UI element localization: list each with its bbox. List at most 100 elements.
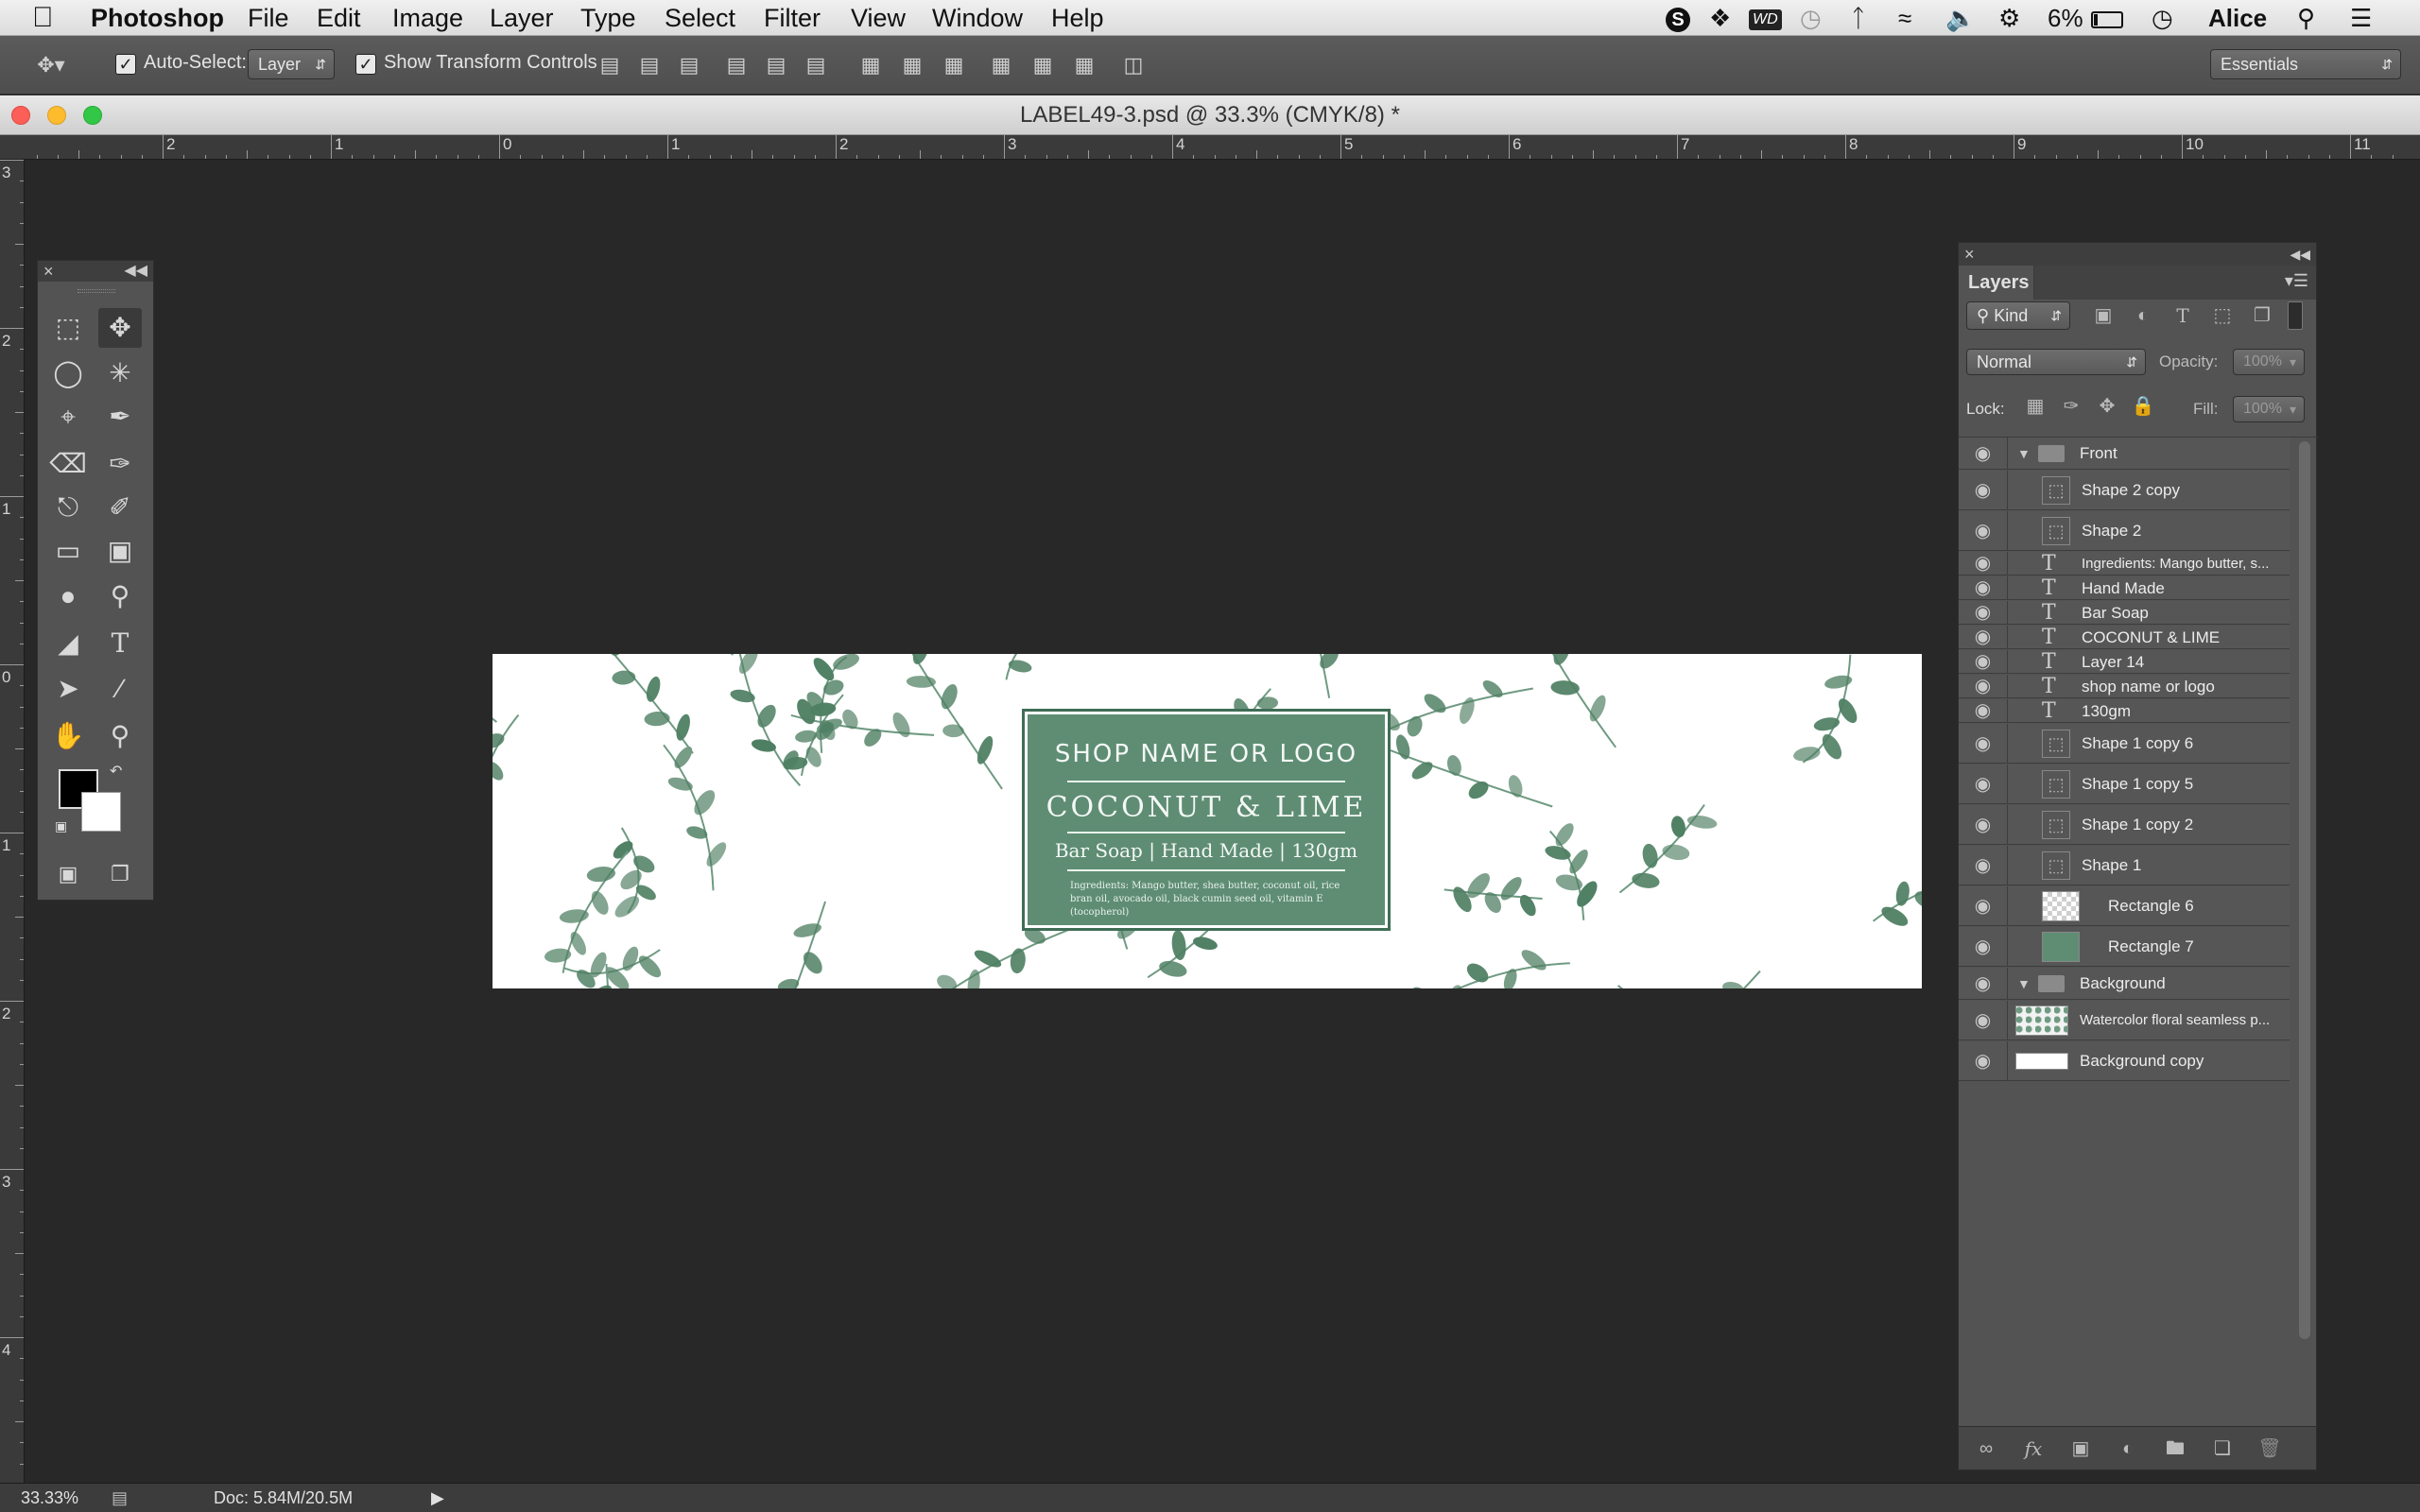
shop-name-text[interactable]: SHOP NAME OR LOGO — [1025, 740, 1388, 768]
brush-tool-icon[interactable]: ✑ — [98, 444, 142, 484]
align-right-icon[interactable]: ▤ — [804, 53, 828, 77]
path-selection-tool-icon[interactable]: ➤ — [46, 669, 90, 709]
filter-adjustment-icon[interactable]: ◐ — [2129, 301, 2157, 330]
skype-icon[interactable]: S — [1666, 0, 1690, 36]
battery-icon[interactable] — [2091, 0, 2123, 36]
filter-smart-object-icon[interactable]: ❐ — [2248, 301, 2276, 330]
layer-row[interactable]: ◉ Tshop name or logo — [1959, 675, 2290, 698]
auto-select-checkbox[interactable]: ✓ — [115, 54, 136, 75]
marquee-tool-icon[interactable]: ⬚ — [46, 308, 90, 348]
layer-group-row[interactable]: ◉ ▼ Front — [1959, 438, 2290, 470]
expand-triangle-icon[interactable]: ▼ — [2017, 968, 2031, 1000]
new-group-folder-icon[interactable]: 🖿 — [2161, 1435, 2189, 1463]
new-layer-icon[interactable]: ❏ — [2208, 1435, 2237, 1463]
move-tool-preset-icon[interactable]: ✥▾ — [32, 53, 70, 77]
visibility-eye-icon[interactable]: ◉ — [1959, 576, 2008, 599]
close-icon[interactable]: × — [43, 261, 54, 282]
align-vcenter-icon[interactable]: ▤ — [637, 53, 662, 77]
fill-field[interactable]: 100% ▾ — [2233, 396, 2305, 422]
visibility-eye-icon[interactable]: ◉ — [1959, 552, 2008, 575]
swap-colors-icon[interactable]: ↶ — [110, 762, 122, 781]
layer-filter-dropdown[interactable]: ⚲ Kind ⇵ — [1966, 301, 2070, 330]
visibility-eye-icon[interactable]: ◉ — [1959, 471, 2008, 509]
drag-grip[interactable] — [78, 289, 115, 293]
collapse-icon[interactable]: ◀◀ — [124, 261, 147, 282]
horizontal-ruler[interactable]: 2 1 0 1 2 3 4 5 6 7 8 9 10 11 — [0, 135, 2420, 160]
menu-window[interactable]: Window — [932, 0, 1023, 36]
visibility-eye-icon[interactable]: ◉ — [1959, 886, 2008, 925]
panel-menu-icon[interactable]: ▾☰ — [2285, 271, 2308, 291]
visibility-eye-icon[interactable]: ◉ — [1959, 1041, 2008, 1080]
gradient-tool-icon[interactable]: ▣ — [98, 531, 142, 571]
visibility-eye-icon[interactable]: ◉ — [1959, 1001, 2008, 1040]
menu-image[interactable]: Image — [392, 0, 463, 36]
vertical-ruler[interactable]: 3 2 1 0 1 2 3 4 — [0, 160, 25, 1483]
default-colors-icon[interactable]: ▣ — [55, 818, 67, 834]
distribute-right-icon[interactable]: ▦ — [1072, 53, 1097, 77]
tab-layers[interactable]: Layers — [1959, 266, 2034, 300]
layers-panel-header[interactable]: × ◀◀ — [1959, 243, 2316, 266]
volume-icon[interactable]: 🔈 — [1945, 0, 1976, 36]
auto-align-icon[interactable]: ◫ — [1121, 53, 1146, 77]
doc-size[interactable]: Doc: 5.84M/20.5M — [214, 1484, 353, 1512]
healing-brush-tool-icon[interactable]: ⌫ — [46, 444, 90, 484]
opacity-field[interactable]: 100% ▾ — [2233, 349, 2305, 375]
sync-icon[interactable]: ⚙ — [1998, 0, 2020, 36]
add-mask-icon[interactable]: ▣ — [2066, 1435, 2095, 1463]
layer-row[interactable]: ◉ T COCONUT & LIME — [1959, 626, 2290, 649]
layer-row[interactable]: ◉ ⬚ Shape 1 copy 5 — [1959, 765, 2290, 804]
visibility-eye-icon[interactable]: ◉ — [1959, 846, 2008, 885]
time-machine-icon[interactable]: ◷ — [1800, 0, 1822, 36]
type-tool-icon[interactable]: T — [98, 624, 142, 663]
expand-triangle-icon[interactable]: ▼ — [2017, 438, 2031, 470]
menu-layer[interactable]: Layer — [490, 0, 554, 36]
layer-row[interactable]: ◉ Watercolor floral seamless p... — [1959, 1001, 2290, 1040]
align-top-icon[interactable]: ▤ — [597, 53, 622, 77]
blur-tool-icon[interactable]: ● — [46, 576, 90, 616]
layer-row[interactable]: ◉ ⬚ Shape 1 copy 2 — [1959, 805, 2290, 845]
product-name-text[interactable]: COCONUT & LIME — [1025, 791, 1388, 824]
user-name[interactable]: Alice — [2208, 0, 2267, 36]
status-menu-arrow-icon[interactable]: ▶ — [431, 1484, 444, 1512]
product-subline-text[interactable]: Bar Soap | Hand Made | 130gm — [1025, 839, 1388, 862]
visibility-eye-icon[interactable]: ◉ — [1959, 927, 2008, 966]
visibility-eye-icon[interactable]: ◉ — [1959, 438, 2008, 469]
quick-mask-icon[interactable]: ▣ — [46, 854, 90, 894]
new-adjustment-layer-icon[interactable]: ◐ — [2114, 1435, 2142, 1463]
workspace-dropdown[interactable]: Essentials ⇵ — [2210, 49, 2401, 79]
bluetooth-icon[interactable]: ᛏ — [1851, 0, 1866, 36]
layer-row[interactable]: ◉ Rectangle 7 — [1959, 927, 2290, 967]
align-bottom-icon[interactable]: ▤ — [677, 53, 701, 77]
eraser-tool-icon[interactable]: ▭ — [46, 531, 90, 571]
screen-mode-icon[interactable]: ❐ — [98, 854, 142, 894]
zoom-level[interactable]: 33.33% — [21, 1484, 78, 1512]
apple-icon[interactable]:  — [32, 0, 54, 36]
dropbox-icon[interactable]: ❖ — [1709, 0, 1731, 36]
crop-tool-icon[interactable]: ⌖ — [46, 397, 90, 437]
distribute-vcenter-icon[interactable]: ▦ — [900, 53, 925, 77]
wifi-icon[interactable]: ≈ — [1898, 0, 1911, 36]
menu-edit[interactable]: Edit — [317, 0, 361, 36]
visibility-eye-icon[interactable]: ◉ — [1959, 724, 2008, 763]
delete-layer-trash-icon[interactable]: 🗑 — [2256, 1435, 2284, 1463]
ingredients-text[interactable]: Ingredients: Mango butter, shea butter, … — [1070, 880, 1350, 919]
background-color-swatch[interactable] — [81, 792, 121, 832]
lock-position-icon[interactable]: ✥ — [2093, 392, 2121, 421]
blend-mode-dropdown[interactable]: Normal ⇵ — [1966, 349, 2146, 375]
collapse-icon[interactable]: ◀◀ — [2290, 243, 2310, 266]
link-layers-icon[interactable]: ∞ — [1972, 1435, 2000, 1463]
menu-file[interactable]: File — [248, 0, 289, 36]
distribute-bottom-icon[interactable]: ▦ — [942, 53, 966, 77]
pen-tool-icon[interactable]: ◢ — [46, 624, 90, 663]
align-hcenter-icon[interactable]: ▤ — [764, 53, 788, 77]
layer-row[interactable]: ◉ Rectangle 6 — [1959, 886, 2290, 926]
distribute-top-icon[interactable]: ▦ — [858, 53, 883, 77]
layer-row[interactable]: ◉ T Hand Made — [1959, 576, 2290, 600]
document-canvas[interactable]: SHOP NAME OR LOGO COCONUT & LIME Bar Soa… — [493, 654, 1922, 988]
label-card[interactable]: SHOP NAME OR LOGO COCONUT & LIME Bar Soa… — [1022, 709, 1391, 931]
layer-row[interactable]: ◉ ⬚ Shape 2 copy — [1959, 471, 2290, 510]
zoom-tool-icon[interactable]: ⚲ — [98, 716, 142, 756]
layer-row[interactable]: ◉ T Layer 14 — [1959, 650, 2290, 674]
visibility-eye-icon[interactable]: ◉ — [1959, 805, 2008, 844]
clone-stamp-tool-icon[interactable]: ⎋ — [46, 488, 90, 527]
